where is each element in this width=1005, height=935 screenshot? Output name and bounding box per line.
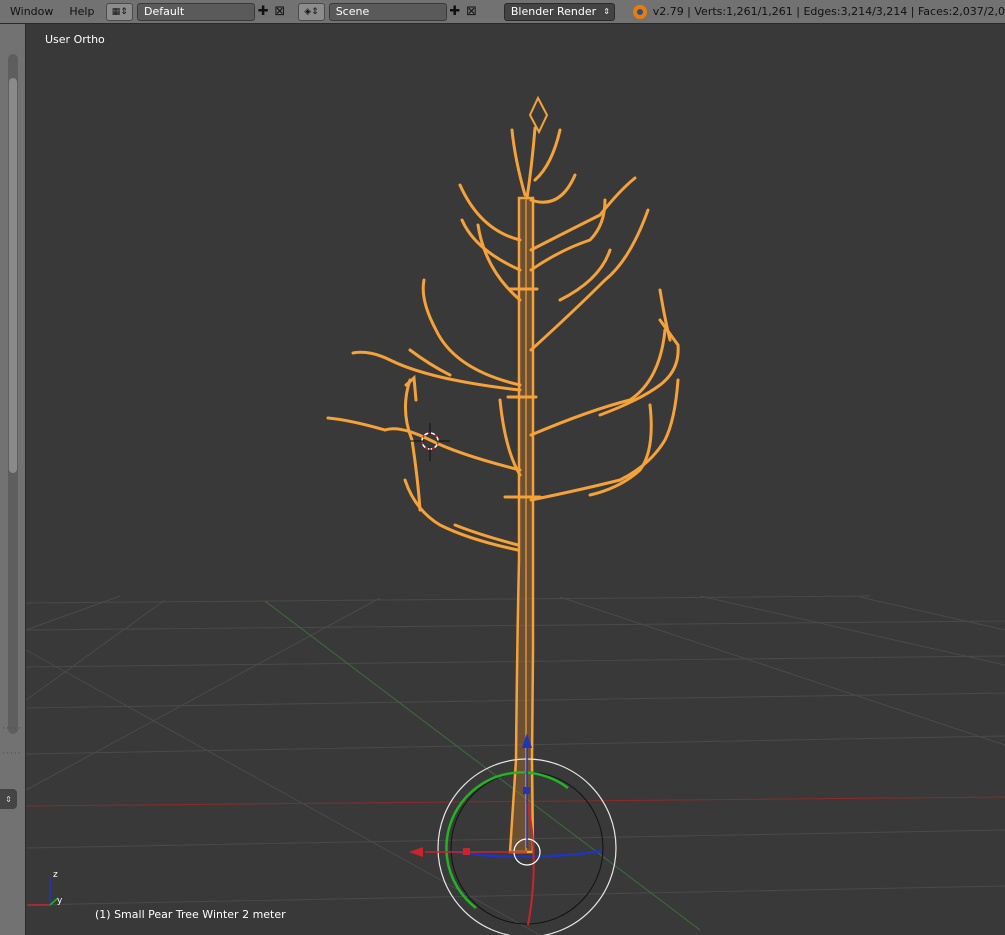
active-object-label: (1) Small Pear Tree Winter 2 meter [95,908,286,921]
3d-cursor-icon[interactable] [410,423,450,461]
viewport-scene: z y [25,95,1005,935]
axis-indicator: z y [28,870,63,906]
y-axis-line [264,600,701,931]
axis-y-label: y [57,896,63,906]
tree-object[interactable] [326,95,680,854]
axis-z-label: z [53,870,58,880]
view-name-label: User Ortho [45,33,105,46]
